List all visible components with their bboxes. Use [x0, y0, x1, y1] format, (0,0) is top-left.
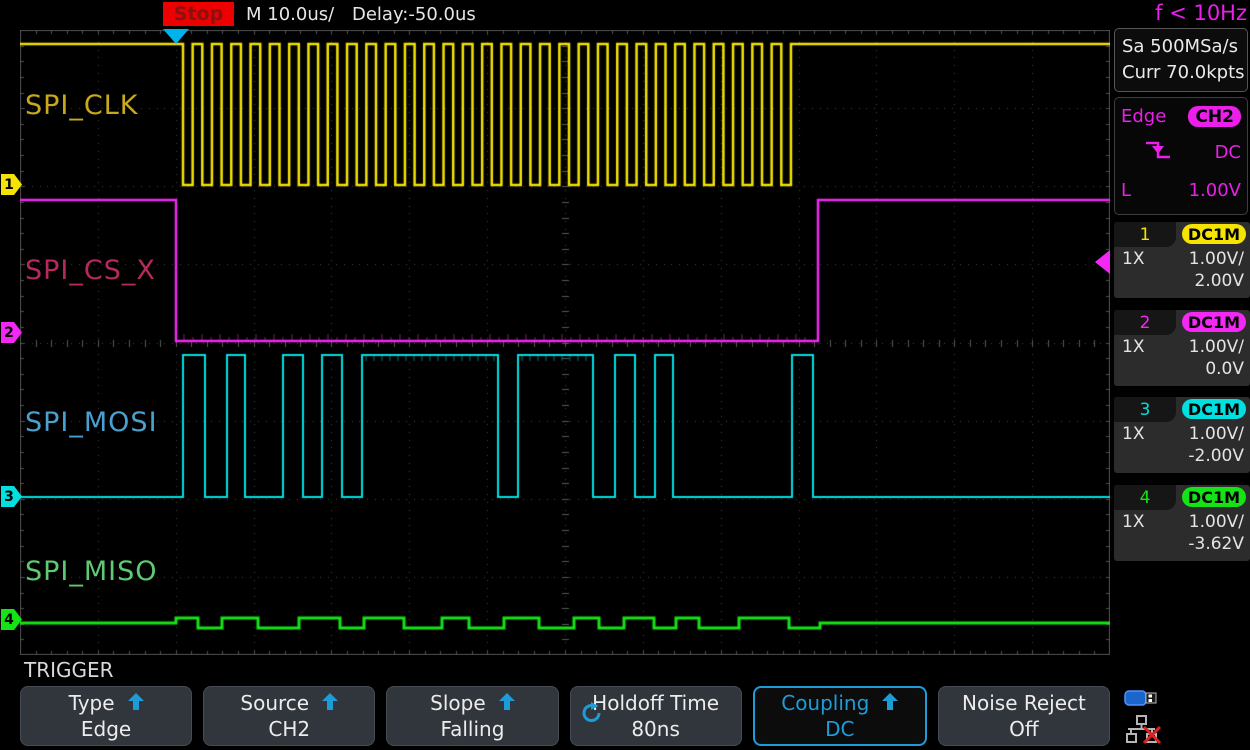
probe-attenuation: 1X — [1122, 337, 1144, 357]
channel-coupling-badge: DC1M — [1182, 399, 1246, 419]
probe-attenuation: 1X — [1122, 424, 1144, 444]
trigger-type-label: Edge — [1121, 106, 1166, 127]
channel-coupling-badge: DC1M — [1182, 224, 1246, 244]
channel-4-tab: 4 — [1114, 485, 1176, 510]
softkey-label: Source — [240, 690, 309, 716]
channel-offset: -3.62V — [1188, 534, 1244, 554]
channel-number: 4 — [1140, 488, 1151, 508]
acquisition-status-badge[interactable]: Stop — [163, 2, 234, 26]
channel-3-tab: 3 — [1114, 397, 1176, 422]
volts-per-div: 1.00V/ — [1189, 512, 1244, 532]
channel-4-info[interactable]: 4 DC1M 1X 1.00V/ -3.62V — [1114, 485, 1250, 561]
memory-depth-readout: Curr 70.0kpts — [1122, 60, 1247, 86]
channel-2-tab: 2 — [1114, 310, 1176, 335]
volts-per-div: 1.00V/ — [1189, 249, 1244, 269]
softkey-value: Edge — [81, 716, 131, 742]
menu-title: TRIGGER — [24, 658, 114, 682]
channel-offset: -2.00V — [1188, 446, 1244, 466]
channel-2-level-marker[interactable]: 2 — [1, 322, 22, 343]
softkey-value: DC — [825, 716, 854, 742]
channel-2-header: 2 DC1M — [1114, 310, 1250, 335]
softkey-value: 80ns — [631, 716, 680, 742]
channel-offset: 0.0V — [1205, 359, 1244, 379]
softkey-holdoff-time[interactable]: Holdoff Time 80ns — [570, 686, 742, 746]
channel-number: 2 — [1140, 313, 1151, 333]
softkey-coupling[interactable]: Coupling DC — [753, 686, 927, 746]
channel-4-level-marker[interactable]: 4 — [1, 609, 22, 630]
channel-1-level-marker[interactable]: 1 — [1, 174, 22, 195]
softkey-label: Holdoff Time — [592, 690, 719, 716]
softkey-source[interactable]: Source CH2 — [203, 686, 375, 746]
softkey-label: Type — [69, 690, 115, 716]
trigger-info-box[interactable]: Edge CH2 DC L 1.00V — [1114, 97, 1248, 215]
lan-disconnected-icon — [1124, 714, 1184, 746]
trigger-source-badge: CH2 — [1188, 106, 1241, 127]
up-arrow-icon — [499, 690, 515, 716]
oscilloscope-screen: Stop M 10.0us/ Delay:-50.0us f < 10Hz Sa… — [0, 0, 1250, 750]
softkey-label: Slope — [430, 690, 486, 716]
delay-readout: Delay:-50.0us — [352, 4, 476, 25]
channel-1-header: 1 DC1M — [1114, 222, 1250, 247]
falling-edge-icon — [1143, 138, 1173, 167]
wave-label-spi_clk: SPI_CLK — [25, 90, 138, 121]
channel-2-info[interactable]: 2 DC1M 1X 1.00V/ 0.0V — [1114, 310, 1250, 386]
up-arrow-icon — [128, 690, 144, 716]
channel-offset: 2.00V — [1195, 271, 1244, 291]
softkey-noise-reject[interactable]: Noise Reject Off — [938, 686, 1110, 746]
trigger-level-letter: L — [1121, 180, 1131, 201]
softkey-menu: Type Edge Source CH2 Slope Falling Holdo… — [20, 686, 1110, 746]
waveform-display — [20, 30, 1110, 655]
frequency-counter: f < 10Hz — [1155, 1, 1247, 25]
channel-3-header: 3 DC1M — [1114, 397, 1250, 422]
softkey-value: Off — [1009, 716, 1039, 742]
channel-3-level-marker[interactable]: 3 — [1, 486, 22, 507]
channel-1-tab: 1 — [1114, 222, 1176, 247]
channel-number: 1 — [1140, 225, 1151, 245]
channel-coupling-badge: DC1M — [1182, 312, 1246, 332]
softkey-label: Noise Reject — [962, 690, 1086, 716]
volts-per-div: 1.00V/ — [1189, 424, 1244, 444]
up-arrow-icon — [882, 690, 898, 716]
status-icon-area — [1124, 688, 1184, 750]
wave-label-spi_miso: SPI_MISO — [25, 556, 158, 587]
softkey-value: CH2 — [268, 716, 310, 742]
channel-4-header: 4 DC1M — [1114, 485, 1250, 510]
softkey-slope[interactable]: Slope Falling — [386, 686, 558, 746]
up-arrow-icon — [322, 690, 338, 716]
adjust-knob-icon — [580, 701, 604, 731]
channel-1-info[interactable]: 1 DC1M 1X 1.00V/ 2.00V — [1114, 222, 1250, 298]
wave-label-spi_mosi: SPI_MOSI — [25, 407, 158, 438]
wave-label-spi_cs_x: SPI_CS_X — [25, 255, 156, 286]
timebase-readout: M 10.0us/ — [246, 4, 334, 25]
trigger-coupling-label: DC — [1215, 142, 1241, 163]
softkey-type[interactable]: Type Edge — [20, 686, 192, 746]
channel-number: 3 — [1140, 400, 1151, 420]
channel-3-info[interactable]: 3 DC1M 1X 1.00V/ -2.00V — [1114, 397, 1250, 473]
probe-attenuation: 1X — [1122, 249, 1144, 269]
volts-per-div: 1.00V/ — [1189, 337, 1244, 357]
softkey-label: Coupling — [781, 690, 869, 716]
usb-device-icon — [1124, 688, 1184, 708]
softkey-value: Falling — [440, 716, 504, 742]
sample-rate-readout: Sa 500MSa/s — [1122, 34, 1247, 60]
trigger-level-value: 1.00V — [1189, 180, 1241, 201]
channel-coupling-badge: DC1M — [1182, 487, 1246, 507]
probe-attenuation: 1X — [1122, 512, 1144, 532]
acquisition-info-box: Sa 500MSa/s Curr 70.0kpts — [1114, 28, 1248, 92]
